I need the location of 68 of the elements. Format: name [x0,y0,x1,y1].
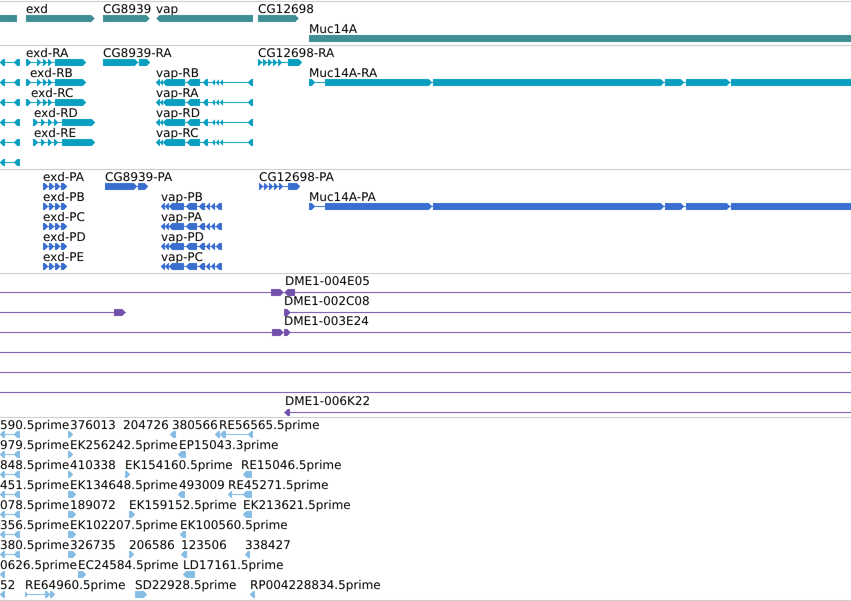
est-label: 123506 [181,538,227,552]
est-label: EK134648.5prime [70,478,178,492]
transcript-label: exd-RE [34,126,76,140]
gene-label: vap [156,2,178,16]
est-label: EK159152.5prime [129,498,237,512]
est-label: RE64960.5prime [25,578,126,592]
est-label: 189072 [70,498,116,512]
est-label: EK102207.5prime [70,518,178,532]
protein-label: vap-PB [161,190,203,204]
est-label: RP004228834.5prime [250,578,381,592]
transcript-label: vap-RC [156,126,199,140]
est-label: 326735 [70,538,116,552]
est-label: RE15046.5prime [241,458,342,472]
protein-label: exd-PD [43,230,86,244]
est-label: EC24584.5prime [78,558,179,572]
protein-label: exd-PC [43,210,85,224]
protein-label: exd-PA [43,170,84,184]
est-label: 0626.5prime [0,558,77,572]
protein-label: exd-PB [43,190,85,204]
transcript-label: exd-RB [30,66,73,80]
est-label: 078.5prime [0,498,70,512]
clone-label: DME1-004E05 [285,274,370,288]
transcript-label: vap-RA [156,86,198,100]
est-label: EP15043.3prime [179,438,278,452]
gene-label: CG8939 [103,2,152,16]
protein-label: exd-PE [43,250,84,264]
est-label: 52 [0,578,16,592]
est-label: 206586 [129,538,175,552]
est-label: EK256242.5prime [70,438,178,452]
transcript-label: exd-RA [26,46,68,60]
est-label: 848.5prime [0,458,70,472]
est-label: RE56565.5prime [219,418,320,432]
est-label: 380.5prime [0,538,70,552]
est-label: 590.5prime [0,418,70,432]
est-label: 451.5prime [0,478,70,492]
est-label: SD22928.5prime [135,578,236,592]
clone-label: DME1-006K22 [285,394,370,408]
gene-label: CG12698 [258,2,314,16]
est-label: 979.5prime [0,438,70,452]
est-label: EK100560.5prime [180,518,288,532]
transcript-label: exd-RC [31,86,74,100]
est-label: 380566 [172,418,218,432]
transcript-label: vap-RB [156,66,199,80]
clone-label: DME1-003E24 [284,314,369,328]
est-label: EK213621.5prime [243,498,351,512]
protein-label: CG12698-PA [259,170,334,184]
gene-label: exd [26,2,48,16]
transcript-label: CG12698-RA [258,46,334,60]
protein-label: vap-PC [161,250,204,264]
protein-label: CG8939-PA [105,170,172,184]
est-label: LD17161.5prime [183,558,284,572]
est-label: 376013 [70,418,116,432]
transcript-label: Muc14A-RA [309,66,378,80]
est-label: EK154160.5prime [125,458,233,472]
transcript-label: exd-RD [34,106,78,120]
est-label: 356.5prime [0,518,70,532]
gene-label: Muc14A [309,22,358,36]
transcript-label: vap-RD [156,106,200,120]
est-label: RE45271.5prime [228,478,328,492]
est-label: 338427 [245,538,291,552]
est-label: 204726 [123,418,169,432]
est-label: 410338 [70,458,116,472]
protein-label: vap-PD [161,230,204,244]
protein-label: Muc14A-PA [309,190,376,204]
est-label: 493009 [179,478,225,492]
protein-label: vap-PA [161,210,202,224]
transcript-label: CG8939-RA [103,46,172,60]
clone-label: DME1-002C08 [284,294,370,308]
